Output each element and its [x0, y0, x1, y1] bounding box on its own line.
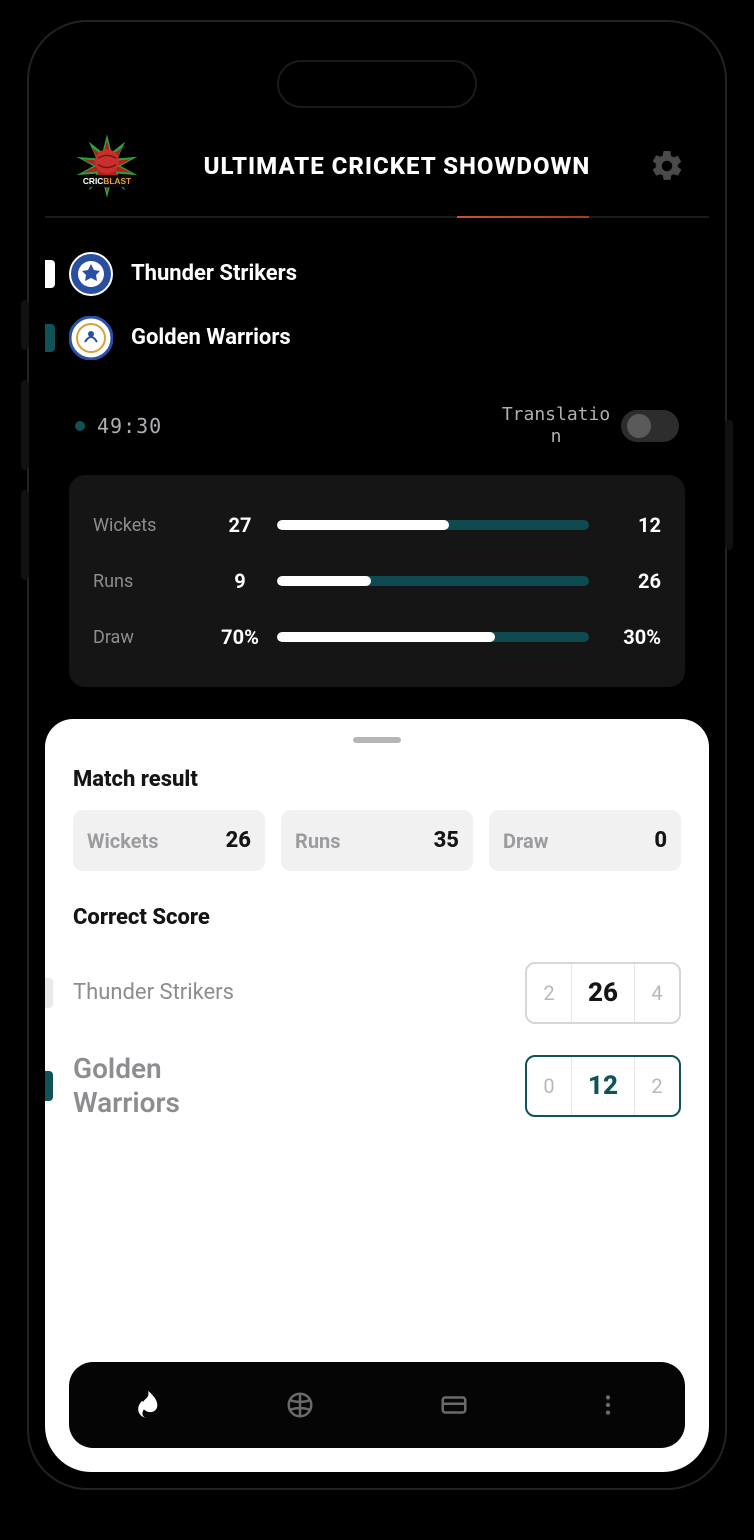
stat-bar-fill: [277, 576, 371, 586]
stat-label: Draw: [93, 627, 203, 648]
stat-bar: [277, 632, 589, 642]
result-chip-runs[interactable]: Runs 35: [281, 810, 473, 871]
settings-button[interactable]: [649, 148, 685, 184]
ball-icon: [285, 1390, 315, 1420]
timer: 49:30: [75, 414, 162, 438]
stat-row-wickets: Wickets 27 12: [93, 497, 661, 553]
stat-bar: [277, 576, 589, 586]
club-crest-icon: [69, 316, 113, 360]
stat-value-away: 30%: [601, 625, 661, 649]
stepper-next[interactable]: 2: [635, 1060, 679, 1112]
toggle-knob: [627, 414, 651, 438]
chip-label: Draw: [503, 829, 548, 853]
chip-value: 35: [434, 828, 459, 853]
team-name-away: Golden Warriors: [131, 324, 291, 352]
stepper-next[interactable]: 4: [635, 967, 679, 1019]
score-stepper-home[interactable]: 2 26 4: [525, 962, 681, 1024]
gear-icon: [649, 148, 685, 184]
page-title: ULTIMATE CRICKET SHOWDOWN: [161, 152, 633, 180]
chip-label: Wickets: [87, 829, 159, 853]
flame-icon: [129, 1388, 163, 1422]
screen: CRICBLAST ULTIMATE CRICKET SHOWDOWN: [45, 38, 709, 1472]
result-chip-wickets[interactable]: Wickets 26: [73, 810, 265, 871]
phone-side-button: [21, 490, 29, 580]
stat-label: Wickets: [93, 515, 203, 536]
app-logo[interactable]: CRICBLAST: [69, 128, 145, 204]
stepper-value: 26: [571, 964, 635, 1022]
more-vertical-icon: [595, 1392, 621, 1418]
stat-value-home: 70%: [215, 625, 265, 649]
stat-bar-fill: [277, 520, 449, 530]
bottom-sheet: Match result Wickets 26 Runs 35 Draw 0 C…: [45, 719, 709, 1472]
stat-value-away: 26: [601, 569, 661, 593]
stepper-prev[interactable]: 2: [527, 967, 571, 1019]
correct-score-row-home: Thunder Strikers 2 26 4: [73, 948, 681, 1038]
row-indicator: [45, 1071, 53, 1101]
nav-matches[interactable]: [281, 1386, 319, 1424]
nav-trending[interactable]: [127, 1386, 165, 1424]
app-logo-icon: CRICBLAST: [69, 128, 145, 204]
correct-score-name: Thunder Strikers: [73, 980, 234, 1006]
stat-bar: [277, 520, 589, 530]
bottom-nav: [69, 1362, 685, 1448]
stepper-value: 12: [571, 1057, 635, 1115]
stat-value-home: 9: [215, 569, 265, 593]
team-row-away[interactable]: Golden Warriors: [69, 310, 685, 374]
app-header: CRICBLAST ULTIMATE CRICKET SHOWDOWN: [45, 98, 709, 216]
stat-value-away: 12: [601, 513, 661, 537]
row-indicator: [45, 978, 53, 1008]
team-indicator: [45, 260, 55, 288]
stepper-prev[interactable]: 0: [527, 1060, 571, 1112]
match-result-title: Match result: [73, 767, 681, 792]
card-icon: [439, 1390, 469, 1420]
translation-toggle[interactable]: [621, 410, 679, 442]
correct-score-row-away: Golden Warriors 0 12 2: [73, 1038, 681, 1133]
stat-bar-fill: [277, 632, 495, 642]
correct-score-name: Golden Warriors: [73, 1052, 273, 1119]
dynamic-island: [277, 60, 477, 108]
translation-toggle-label: Translation: [501, 404, 611, 447]
svg-text:CRICBLAST: CRICBLAST: [83, 176, 131, 186]
correct-score-title: Correct Score: [73, 905, 681, 930]
timer-value: 49:30: [97, 414, 162, 438]
timer-row: 49:30 Translation: [45, 384, 709, 465]
stats-panel: Wickets 27 12 Runs 9 26 Draw 70% 30%: [69, 475, 685, 687]
nav-wallet[interactable]: [435, 1386, 473, 1424]
stat-row-draw: Draw 70% 30%: [93, 609, 661, 665]
team-indicator: [45, 324, 55, 352]
team-badge-home: [69, 252, 113, 296]
chip-value: 0: [654, 828, 667, 853]
team-name-home: Thunder Strikers: [131, 260, 297, 288]
chip-value: 26: [226, 828, 251, 853]
stat-row-runs: Runs 9 26: [93, 553, 661, 609]
phone-frame: CRICBLAST ULTIMATE CRICKET SHOWDOWN: [27, 20, 727, 1490]
phone-side-button: [21, 300, 29, 350]
match-result-chips: Wickets 26 Runs 35 Draw 0: [73, 810, 681, 871]
phone-side-button: [21, 380, 29, 470]
nav-more[interactable]: [589, 1386, 627, 1424]
chip-label: Runs: [295, 829, 341, 853]
team-badge-away: [69, 316, 113, 360]
stat-value-home: 27: [215, 513, 265, 537]
score-stepper-away[interactable]: 0 12 2: [525, 1055, 681, 1117]
club-crest-icon: [69, 252, 113, 296]
phone-side-button: [725, 420, 733, 550]
team-row-home[interactable]: Thunder Strikers: [69, 246, 685, 310]
stat-label: Runs: [93, 571, 203, 592]
result-chip-draw[interactable]: Draw 0: [489, 810, 681, 871]
teams-block: Thunder Strikers Golden Warriors: [45, 218, 709, 384]
live-dot-icon: [75, 421, 85, 431]
translation-toggle-group: Translation: [501, 404, 679, 447]
sheet-drag-handle[interactable]: [353, 737, 401, 743]
